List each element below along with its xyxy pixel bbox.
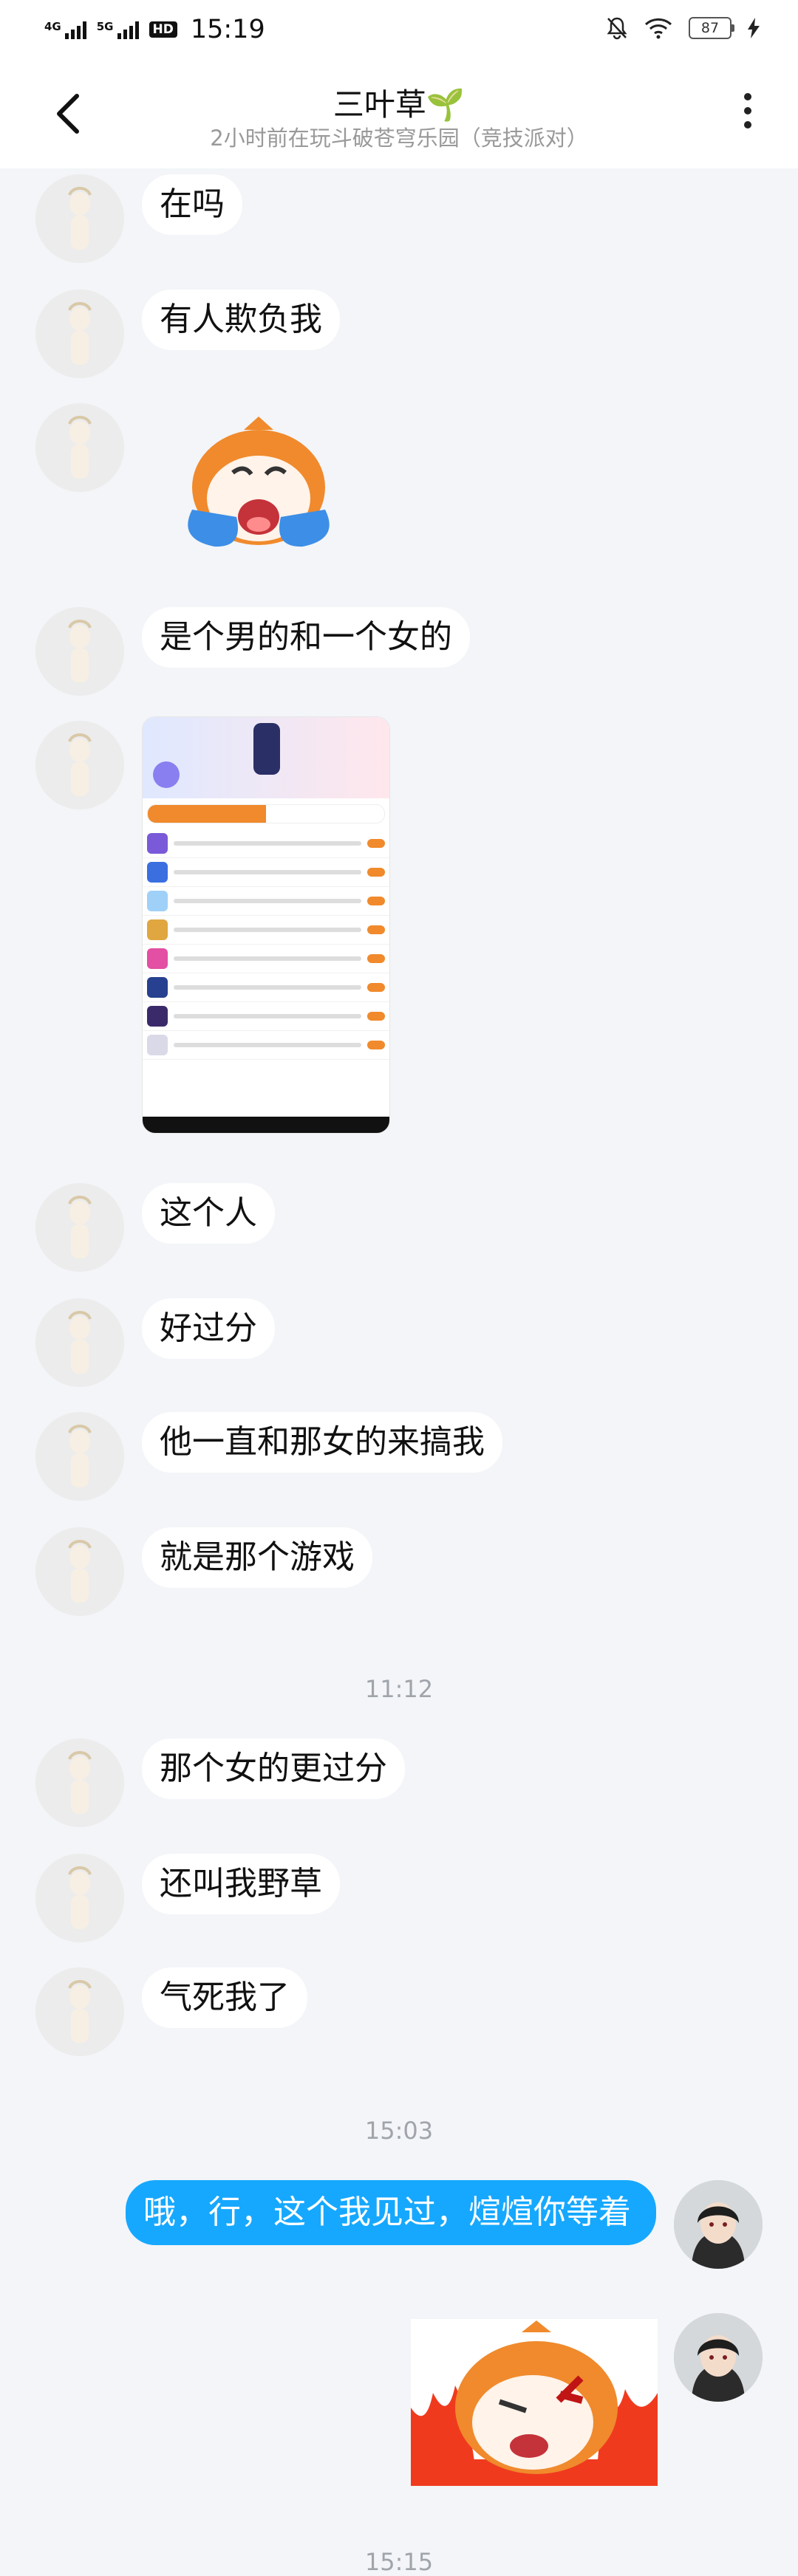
avatar[interactable] bbox=[35, 721, 124, 809]
angry-sticker[interactable] bbox=[411, 2319, 658, 2486]
avatar[interactable] bbox=[35, 290, 124, 378]
contact-name: 三叶草🌱 bbox=[332, 86, 466, 123]
avatar[interactable] bbox=[35, 1854, 124, 1942]
bell-off-icon bbox=[607, 17, 627, 40]
more-vertical-icon[interactable] bbox=[733, 93, 763, 140]
timestamp: 11:12 bbox=[364, 1675, 434, 1703]
avatar[interactable] bbox=[35, 1527, 124, 1616]
avatar[interactable] bbox=[35, 1739, 124, 1827]
avatar[interactable] bbox=[35, 607, 124, 696]
profile-hero-image bbox=[143, 717, 389, 798]
bolt-icon bbox=[748, 18, 760, 38]
message-bubble[interactable]: 还叫我野草 bbox=[142, 1854, 340, 1914]
message-bubble[interactable]: 气死我了 bbox=[142, 1967, 307, 2028]
hd-icon: HD bbox=[149, 21, 177, 38]
message-bubble[interactable]: 好过分 bbox=[142, 1298, 275, 1359]
crying-sticker[interactable] bbox=[163, 414, 355, 561]
image-message[interactable] bbox=[142, 716, 390, 1134]
avatar[interactable] bbox=[35, 174, 124, 263]
contact-status: 2小时前在玩斗破苍穹乐园（竞技派对） bbox=[210, 126, 588, 151]
avatar[interactable] bbox=[35, 1183, 124, 1272]
avatar[interactable] bbox=[35, 1298, 124, 1387]
wifi-icon bbox=[644, 18, 672, 39]
message-bubble[interactable]: 那个女的更过分 bbox=[142, 1739, 405, 1799]
avatar[interactable] bbox=[35, 1967, 124, 2056]
timestamp: 15:15 bbox=[364, 2548, 434, 2576]
message-bubble[interactable]: 是个男的和一个女的 bbox=[142, 607, 470, 668]
signal-icon: 4G bbox=[44, 20, 86, 39]
message-bubble[interactable]: 有人欺负我 bbox=[142, 290, 340, 350]
chat-header: 三叶草🌱 2小时前在玩斗破苍穹乐园（竞技派对） bbox=[0, 64, 798, 168]
status-time: 15:19 bbox=[190, 15, 265, 44]
message-bubble[interactable]: 这个人 bbox=[142, 1183, 275, 1244]
my-avatar[interactable] bbox=[674, 2313, 763, 2402]
message-bubble[interactable]: 在吗 bbox=[142, 174, 242, 235]
avatar[interactable] bbox=[35, 403, 124, 492]
signal-icon: 5G bbox=[97, 20, 139, 39]
battery-indicator: 87 bbox=[689, 17, 734, 39]
message-bubble[interactable]: 他一直和那女的来搞我 bbox=[142, 1412, 502, 1473]
timestamp: 15:03 bbox=[364, 2117, 434, 2145]
avatar[interactable] bbox=[35, 1412, 124, 1501]
my-message-bubble[interactable]: 哦，行，这个我见过，煊煊你等着 bbox=[126, 2180, 656, 2245]
status-bar: 4G 5G HD 15:19 87 bbox=[0, 0, 798, 64]
my-avatar[interactable] bbox=[674, 2180, 763, 2269]
message-bubble[interactable]: 就是那个游戏 bbox=[142, 1527, 372, 1588]
